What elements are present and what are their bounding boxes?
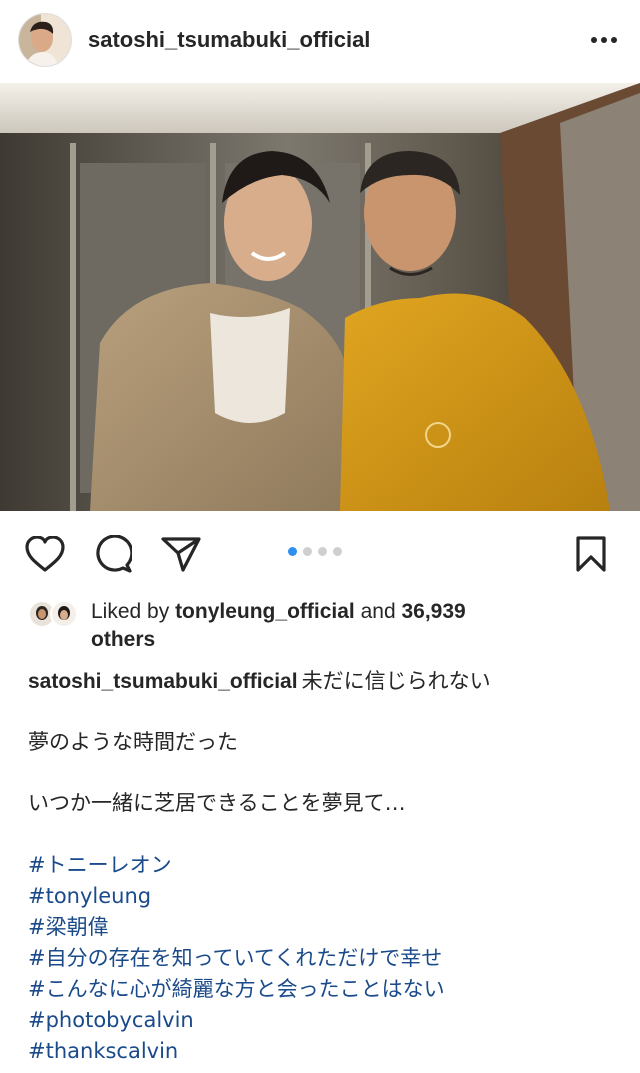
likes-count[interactable]: 36,939 [401,600,465,623]
profile-avatar[interactable] [18,13,72,67]
hashtag-link[interactable]: #梁朝偉 [28,912,618,943]
liker-avatar [50,600,78,628]
carousel-dot [303,547,312,556]
more-horizontal-icon[interactable] [586,22,622,58]
hashtag-link[interactable]: #自分の存在を知っていてくれただけで幸せ [28,943,618,974]
avatar-portrait-icon [19,14,71,66]
caption-text-line: 夢のような時間だった [28,730,238,754]
hashtag-link[interactable]: #thankscalvin [28,1036,618,1067]
comment-icon[interactable] [92,533,134,575]
hashtag-link[interactable]: #photobycalvin [28,1005,618,1036]
caption-username[interactable]: satoshi_tsumabuki_official [28,670,298,693]
bookmark-icon[interactable] [570,533,612,575]
carousel-dot [333,547,342,556]
caption-first-line: satoshi_tsumabuki_official 未だに信じられない [28,666,618,696]
photo-image [0,83,640,511]
post-photo[interactable] [0,83,640,511]
post-caption: satoshi_tsumabuki_official 未だに信じられない 夢のよう… [28,666,618,818]
carousel-dot [318,547,327,556]
caption-text-line: 未だに信じられない [301,669,491,693]
likes-text: Liked by tonyleung_official and 36,939 o… [91,598,466,654]
likes-prefix: Liked by [91,600,176,623]
liker-avatars[interactable] [28,598,84,632]
send-icon[interactable] [160,533,202,575]
likes-others[interactable]: others [91,628,155,651]
hashtag-link[interactable]: #トニーレオン [28,850,618,881]
post-header: satoshi_tsumabuki_official [0,0,640,80]
heart-icon[interactable] [24,533,66,575]
carousel-indicator [288,547,342,556]
hashtag-link[interactable]: #tonyleung [28,881,618,912]
likes-user-link[interactable]: tonyleung_official [175,600,355,623]
carousel-dot-active [288,547,297,556]
post-username[interactable]: satoshi_tsumabuki_official [88,27,586,53]
hashtag-list: #トニーレオン #tonyleung #梁朝偉 #自分の存在を知っていてくれただ… [28,850,618,1067]
hashtag-link[interactable]: #こんなに心が綺麗な方と会ったことはない [28,974,618,1005]
likes-middle: and [354,600,402,623]
likes-summary: Liked by tonyleung_official and 36,939 o… [28,598,628,654]
caption-text-line: いつか一緒に芝居できることを夢見て… [28,791,406,815]
